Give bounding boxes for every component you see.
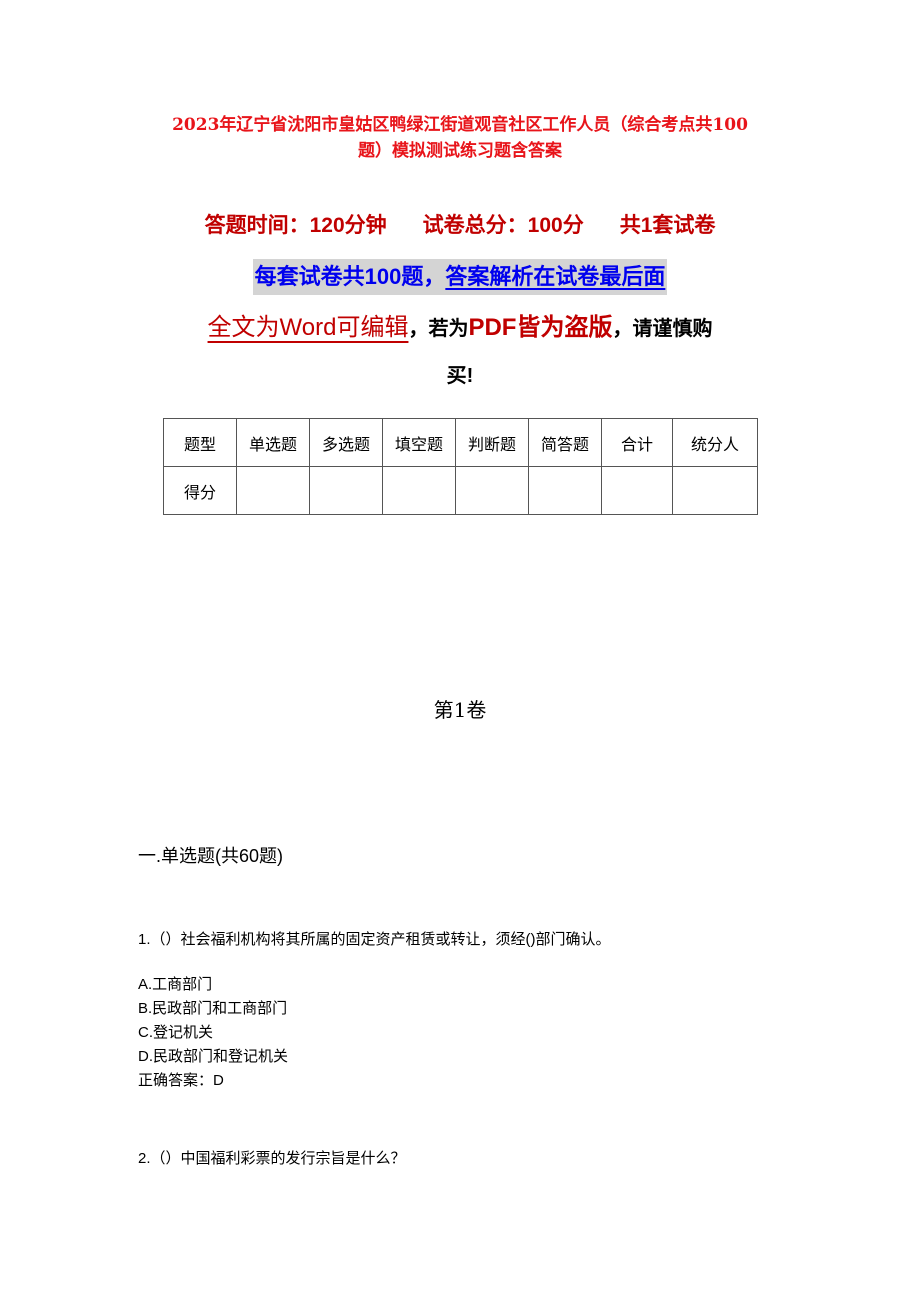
header-cell: 题型: [163, 418, 237, 467]
question-1-text: 1.（）社会福利机构将其所属的固定资产租赁或转让，须经()部门确认。: [138, 931, 611, 948]
header-cell: 合计: [601, 418, 673, 467]
header-cell: 多选题: [309, 418, 383, 467]
score-cell: [455, 466, 529, 515]
piracy-warning: 全文为Word可编辑，若为PDF皆为盗版，请谨慎购买!: [130, 305, 790, 399]
notice-banner: 每套试卷共100题，答案解析在试卷最后面: [0, 259, 920, 295]
score-cell: [672, 466, 758, 515]
header-cell: 填空题: [382, 418, 456, 467]
option-b: B.民政部门和工商部门: [138, 1000, 288, 1017]
score-table-header-row: 题型 单选题 多选题 填空题 判断题 简答题 合计 统分人: [163, 418, 758, 467]
warning-text-5: 买!: [446, 365, 474, 387]
score-table-score-row: 得分: [163, 466, 758, 515]
question-1-answer: 正确答案：D: [138, 1072, 224, 1089]
warning-pdf-text: PDF皆为盗版: [468, 314, 613, 341]
option-d: D.民政部门和登记机关: [138, 1048, 289, 1065]
header-cell: 简答题: [528, 418, 602, 467]
question-2-text: 2.（）中国福利彩票的发行宗旨是什么？: [138, 1150, 406, 1167]
document-title: 2023年辽宁省沈阳市皇姑区鸭绿江街道观音社区工作人员（综合考点共100 题）模…: [130, 112, 790, 164]
document-title-line-1: 2023年辽宁省沈阳市皇姑区鸭绿江街道观音社区工作人员（综合考点共100: [172, 115, 748, 135]
warning-text-2: ，若为: [408, 318, 469, 340]
volume-title: 第1卷: [433, 698, 487, 722]
header-cell: 判断题: [455, 418, 529, 467]
notice-text-1: 每套试卷共100题，: [254, 264, 446, 289]
header-cell: 统分人: [672, 418, 758, 467]
document-title-line-2: 题）模拟测试练习题含答案: [358, 141, 562, 161]
score-cell: [309, 466, 383, 515]
score-cell: [601, 466, 673, 515]
option-a: A.工商部门: [138, 976, 213, 993]
exam-meta: 答题时间：120分钟 试卷总分：100分 共1套试卷: [130, 211, 790, 241]
exam-total-score: 试卷总分：100分: [422, 214, 584, 237]
score-table: 题型 单选题 多选题 填空题 判断题 简答题 合计 统分人 得分: [163, 418, 758, 515]
exam-time: 答题时间：120分钟: [204, 214, 387, 237]
score-cell: [528, 466, 602, 515]
score-row-label: 得分: [163, 466, 237, 515]
notice-highlight: 每套试卷共100题，答案解析在试卷最后面: [252, 259, 668, 295]
question-1-options: A.工商部门 B.民政部门和工商部门 C.登记机关 D.民政部门和登记机关 正确…: [138, 973, 288, 1093]
header-cell: 单选题: [236, 418, 310, 467]
score-cell: [382, 466, 456, 515]
notice-text-2: 答案解析在试卷最后面: [445, 264, 666, 289]
warning-editable-text: 全文为Word可编辑: [207, 314, 409, 341]
option-c: C.登记机关: [138, 1024, 214, 1041]
score-cell: [236, 466, 310, 515]
warning-text-4: ，请谨慎购: [612, 318, 713, 340]
section-title: 一.单选题(共60题): [138, 846, 284, 866]
exam-sets: 共1套试卷: [619, 214, 716, 237]
